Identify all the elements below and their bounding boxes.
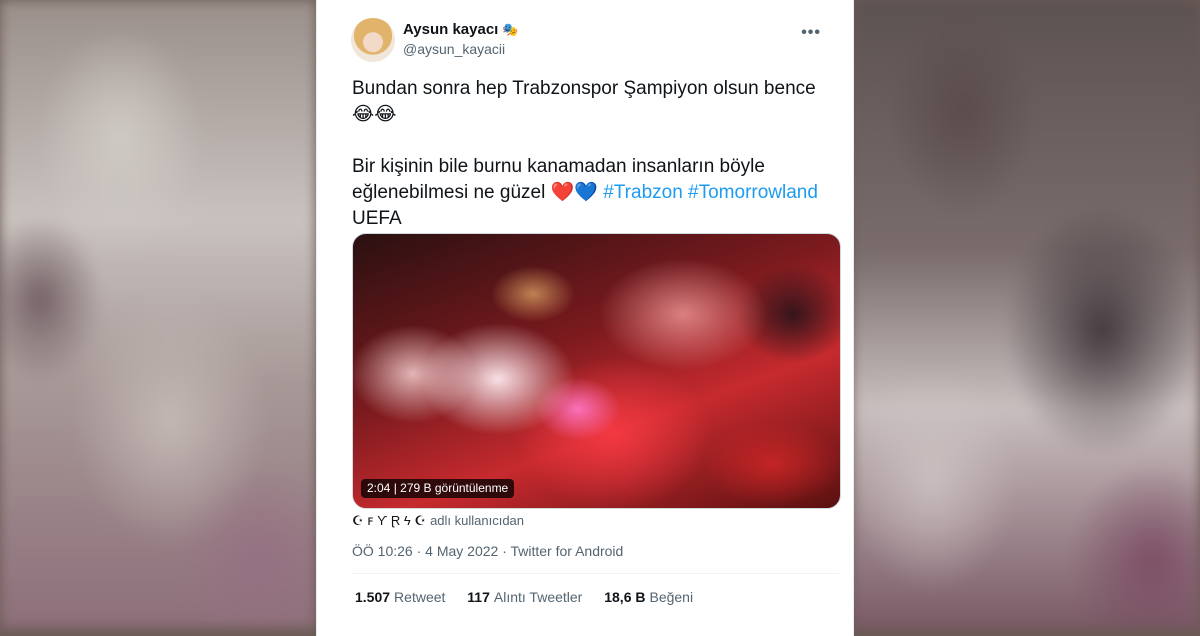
tweet-text-line-4-prefix: eğlenebilmesi ne güzel — [352, 182, 546, 203]
tweet-text-line-1: Bundan sonra hep Trabzonspor Şampiyon ol… — [352, 78, 816, 99]
attribution-label: adlı kullanıcıdan — [430, 513, 525, 528]
laughing-emoji: 😂😂 — [352, 104, 397, 125]
tweet-stats: 1.507 Retweet 117 Alıntı Tweetler 18,6 B Be… — [355, 589, 711, 605]
video-views: 279 B görüntülenme — [400, 481, 509, 495]
tweet-timestamp[interactable]: ÖÖ 10:26 · 4 May 2022 · Twitter for Andr… — [352, 543, 623, 559]
blurred-background-right — [852, 0, 1200, 628]
likes-label: Beğeni — [649, 589, 694, 605]
media-attribution[interactable]: ☪︎ ꜰ Ƴ Ɽ ϟ ☪︎ adlı kullanıcıdan — [352, 513, 524, 529]
quotes-stat[interactable]: 117 Alıntı Tweetler — [467, 589, 582, 605]
retweets-count: 1.507 — [355, 589, 391, 605]
likes-stat[interactable]: 18,6 B Beğeni — [604, 589, 693, 605]
name-badge-emoji: 🎭 — [502, 22, 519, 37]
hashtag-trabzon[interactable]: #Trabzon — [603, 182, 683, 203]
retweets-label: Retweet — [394, 589, 446, 605]
quotes-count: 117 — [467, 589, 490, 605]
tweet-header: Aysun kayacı 🎭 @aysun_kayacii ••• — [351, 18, 821, 62]
tweet-text-line-4: eğlenebilmesi ne güzel ❤️💙 #Trabzon #Tom… — [352, 180, 842, 206]
video-media[interactable]: 2:04 | 279 B görüntülenme — [352, 233, 841, 509]
avatar[interactable] — [351, 18, 395, 62]
display-name[interactable]: Aysun kayacı — [403, 21, 498, 38]
blue-heart-emoji: 💙 — [574, 182, 598, 203]
red-heart-emoji: ❤️ — [550, 182, 575, 203]
tweet-text-line-5: UEFA — [352, 208, 402, 229]
divider-top — [352, 573, 839, 574]
video-info-badge: 2:04 | 279 B görüntülenme — [361, 479, 515, 498]
tweet-text-line-3: Bir kişinin bile burnu kanamadan insanla… — [352, 156, 765, 177]
video-duration: 2:04 — [367, 481, 391, 495]
blurred-background-left — [0, 0, 316, 628]
retweets-stat[interactable]: 1.507 Retweet — [355, 589, 445, 605]
tweet-card: Aysun kayacı 🎭 @aysun_kayacii ••• Bundan … — [316, 0, 854, 636]
hashtag-tomorrowland[interactable]: #Tomorrowland — [688, 182, 818, 203]
tweet-text: Bundan sonra hep Trabzonspor Şampiyon ol… — [352, 76, 842, 232]
more-options-icon[interactable]: ••• — [801, 24, 821, 42]
likes-count: 18,6 B — [604, 589, 646, 605]
user-handle[interactable]: @aysun_kayacii — [403, 41, 505, 57]
quotes-label: Alıntı Tweetler — [493, 589, 583, 605]
attribution-username[interactable]: ☪︎ ꜰ Ƴ Ɽ ϟ ☪︎ — [352, 513, 426, 528]
display-name-row[interactable]: Aysun kayacı 🎭 — [403, 21, 519, 38]
